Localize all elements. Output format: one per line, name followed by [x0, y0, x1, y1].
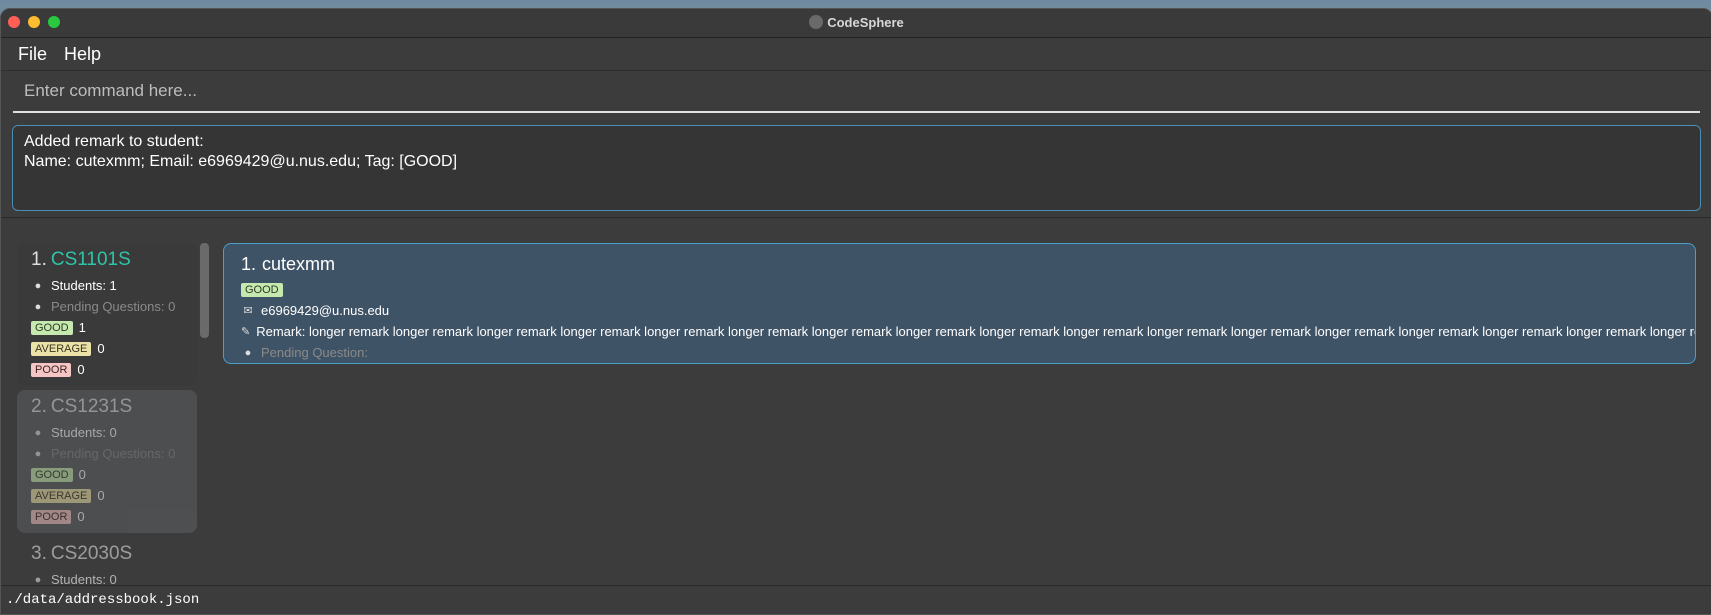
pending-row: ● Pending Questions: 0: [31, 443, 183, 464]
title-bar: CodeSphere: [1, 9, 1711, 38]
students-row: ● Students: 0: [31, 422, 183, 443]
students-count: Students: 1: [51, 278, 117, 293]
app-window: CodeSphere File Help Added remark to stu…: [0, 8, 1711, 615]
pending-question-row: ● Pending Question:: [241, 342, 1678, 363]
student-name: cutexmm: [262, 254, 336, 274]
window-title-text: CodeSphere: [827, 15, 904, 30]
average-tag: AVERAGE: [31, 341, 92, 356]
command-box: [13, 71, 1700, 113]
person-icon: ●: [34, 279, 42, 292]
result-display: Added remark to student: Name: cutexmm; …: [12, 125, 1701, 211]
student-card[interactable]: 1. cutexmm GOOD ✉ e6969429@u.nus.edu ✎ Re…: [223, 243, 1696, 364]
good-count: 0: [78, 467, 86, 482]
course-card[interactable]: 2. CS1231S ● Students: 0 ● Pending Questi…: [17, 390, 197, 533]
chat-bubble-icon: ●: [34, 447, 42, 460]
good-row: GOOD 0: [31, 464, 183, 485]
command-input[interactable]: [13, 80, 1700, 102]
poor-tag: POOR: [31, 509, 72, 524]
student-tag: GOOD: [241, 282, 283, 297]
course-name: CS1231S: [50, 396, 133, 417]
result-line-2: Name: cutexmm; Email: e6969429@u.nus.edu…: [24, 153, 458, 170]
course-name: CS1101S: [50, 249, 131, 270]
average-row: AVERAGE 0: [31, 485, 183, 506]
average-count: 0: [97, 341, 105, 356]
average-row: AVERAGE 0: [31, 338, 183, 359]
person-icon: ●: [34, 573, 42, 586]
menu-file[interactable]: File: [18, 44, 47, 65]
course-card[interactable]: 1. CS1101S ● Students: 1 ● Pending Questi…: [17, 243, 197, 386]
pending-row: ● Pending Questions: 0: [31, 296, 183, 317]
course-name: CS2030S: [50, 543, 133, 564]
student-pending-question: Pending Question:: [261, 345, 368, 360]
student-tag-row: GOOD: [241, 279, 1678, 300]
course-header: 2. CS1231S: [31, 396, 183, 418]
chat-bubble-icon: ●: [244, 346, 252, 359]
student-remark: Remark: longer remark longer remark long…: [256, 324, 1696, 339]
student-header: 1. cutexmm: [241, 254, 1678, 275]
divider: [1, 217, 1711, 218]
mail-icon: ✉: [243, 305, 253, 317]
poor-row: POOR 0: [31, 359, 183, 380]
pending-questions: Pending Questions: 0: [51, 446, 176, 461]
menu-help[interactable]: Help: [64, 44, 101, 65]
result-line-1: Added remark to student:: [24, 133, 204, 150]
app-icon: [809, 15, 824, 29]
good-tag: GOOD: [31, 320, 73, 335]
students-count: Students: 0: [51, 425, 117, 440]
good-tag: GOOD: [31, 467, 73, 482]
average-tag: AVERAGE: [31, 488, 92, 503]
main-panel: 1. CS1101S ● Students: 1 ● Pending Questi…: [1, 231, 1711, 586]
students-row: ● Students: 1: [31, 275, 183, 296]
poor-row: POOR 0: [31, 506, 183, 527]
note-icon: ✎: [241, 326, 251, 338]
good-row: GOOD 1: [31, 317, 183, 338]
remark-row: ✎ Remark: longer remark longer remark lo…: [241, 321, 1695, 342]
chat-bubble-icon: ●: [34, 300, 42, 313]
students-row: ● Students: 0: [31, 569, 183, 586]
course-header: 3. CS2030S: [31, 543, 183, 565]
students-count: Students: 0: [51, 572, 117, 586]
good-count: 1: [78, 320, 86, 335]
poor-count: 0: [77, 509, 85, 524]
course-index: 3.: [31, 543, 47, 564]
poor-count: 0: [77, 362, 85, 377]
course-list-scrollbar[interactable]: [200, 243, 209, 338]
poor-tag: POOR: [31, 362, 72, 377]
menu-bar: File Help: [1, 38, 1711, 71]
student-index: 1.: [241, 254, 257, 274]
data-file-path: ./data/addressbook.json: [6, 592, 200, 608]
email-row: ✉ e6969429@u.nus.edu: [241, 300, 1678, 321]
course-list[interactable]: 1. CS1101S ● Students: 1 ● Pending Questi…: [17, 243, 197, 586]
status-bar: ./data/addressbook.json: [1, 585, 1711, 614]
person-icon: ●: [34, 426, 42, 439]
course-card[interactable]: 3. CS2030S ● Students: 0: [17, 537, 197, 586]
window-title: CodeSphere: [1, 15, 1711, 30]
course-index: 1.: [31, 249, 47, 270]
course-header: 1. CS1101S: [31, 249, 183, 271]
course-index: 2.: [31, 396, 47, 417]
average-count: 0: [97, 488, 105, 503]
pending-questions: Pending Questions: 0: [51, 299, 176, 314]
student-email: e6969429@u.nus.edu: [261, 303, 390, 318]
